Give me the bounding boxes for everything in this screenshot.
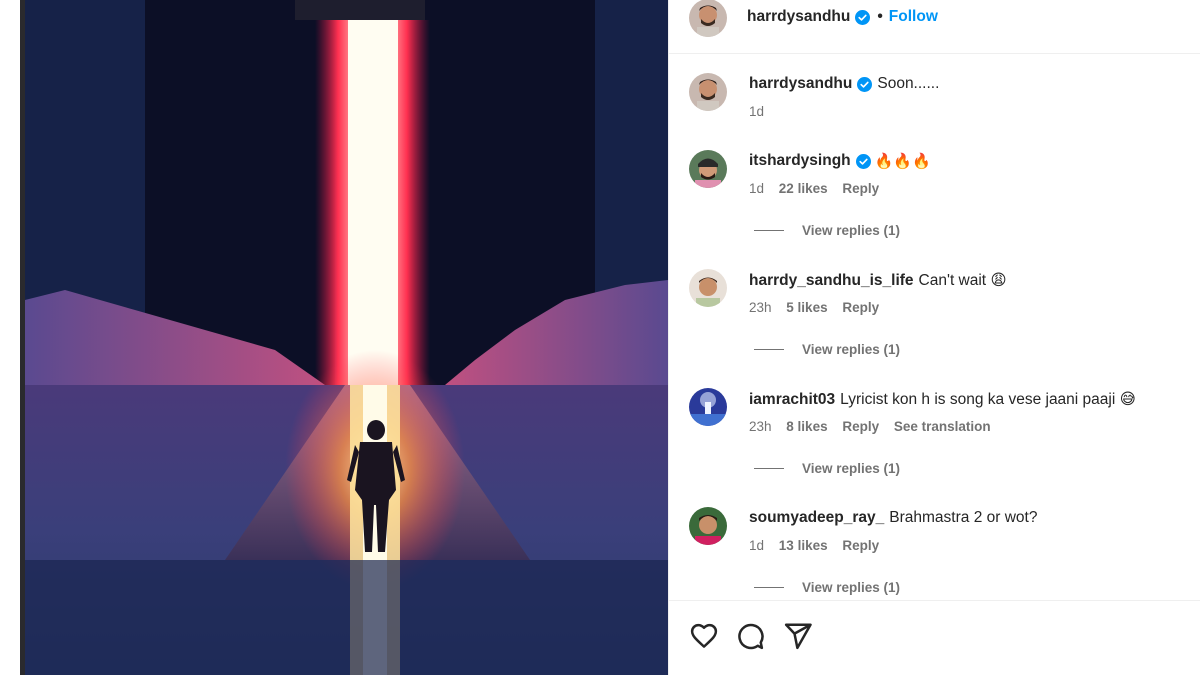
post-image [25,0,668,675]
comment-avatar[interactable] [689,150,727,188]
view-replies-button[interactable]: View replies (1) [754,223,900,238]
comment-time[interactable]: 1d [749,538,764,553]
heart-icon[interactable] [689,621,719,651]
comment-likes[interactable]: 13 likes [779,538,828,553]
verified-badge-icon [857,76,873,92]
comment-username[interactable]: soumyadeep_ray_ [749,509,884,527]
view-replies-label: View replies (1) [802,223,901,238]
author-line: harrdysandhu • Follow [747,8,938,26]
comment-time[interactable]: 23h [749,300,772,315]
comment-username[interactable]: iamrachit03 [749,391,835,409]
post-side-panel: harrdysandhu • Follow harrdysandhu Soon.… [668,0,1200,675]
post-header: harrdysandhu • Follow [669,0,1200,54]
reply-button[interactable]: Reply [842,300,879,315]
replies-dash [754,349,784,350]
comment-line: iamrachit03 Lyricist kon h is song ka ve… [749,390,1136,409]
comment-username[interactable]: harrdy_sandhu_is_life [749,272,914,290]
comment-avatar[interactable] [689,269,727,307]
comment-avatar[interactable] [689,73,727,111]
comment-line: harrdy_sandhu_is_life Can't wait 😩 [749,271,1007,290]
comment-line: itshardysingh 🔥🔥🔥 [749,152,931,170]
comment-line: soumyadeep_ray_ Brahmastra 2 or wot? [749,509,1037,527]
reply-button[interactable]: Reply [842,181,879,196]
comment-meta: 23h 5 likes Reply [749,300,890,315]
comment-meta: 1d 22 likes Reply [749,181,890,196]
share-icon[interactable] [783,621,813,651]
follow-button[interactable]: Follow [889,8,938,26]
comment-text: Soon...... [877,75,940,92]
comment-time[interactable]: 1d [749,181,764,196]
comment-avatar[interactable] [689,507,727,545]
comment-likes[interactable]: 8 likes [786,419,827,434]
comment-time[interactable]: 1d [749,104,764,119]
comment-meta: 23h 8 likes Reply See translation [749,419,1002,434]
replies-dash [754,230,784,231]
comment-text: Lyricist kon h is song ka vese jaani paa… [840,391,1136,408]
verified-badge-icon [855,9,871,25]
comment-meta: 1d 13 likes Reply [749,538,890,553]
comment-text: 🔥🔥🔥 [874,153,931,170]
comment-icon[interactable] [735,621,765,651]
comment-text: Can't wait 😩 [918,272,1007,289]
view-replies-label: View replies (1) [802,461,901,476]
comment-avatar[interactable] [689,388,727,426]
see-translation-button[interactable]: See translation [894,419,991,434]
comment-likes[interactable]: 22 likes [779,181,828,196]
comment-time[interactable]: 23h [749,419,772,434]
reply-button[interactable]: Reply [842,538,879,553]
view-replies-label: View replies (1) [802,580,901,595]
comment-username[interactable]: itshardysingh [749,152,851,170]
comment-likes[interactable]: 5 likes [786,300,827,315]
comment-line: harrdysandhu Soon...... [749,75,939,93]
replies-dash [754,468,784,469]
comment-text: Brahmastra 2 or wot? [889,509,1038,526]
verified-badge-icon [855,153,871,169]
reply-button[interactable]: Reply [842,419,879,434]
view-replies-button[interactable]: View replies (1) [754,461,900,476]
view-replies-button[interactable]: View replies (1) [754,580,900,595]
view-replies-label: View replies (1) [802,342,901,357]
page-gutter [0,0,20,675]
view-replies-button[interactable]: View replies (1) [754,342,900,357]
comment-meta: 1d [749,104,775,119]
author-avatar[interactable] [689,0,727,37]
comment-username[interactable]: harrdysandhu [749,75,852,93]
author-username[interactable]: harrdysandhu [747,8,850,26]
post-actions-bar [669,600,1200,675]
separator-dot: • [877,8,883,25]
post-artwork [25,0,668,675]
replies-dash [754,587,784,588]
